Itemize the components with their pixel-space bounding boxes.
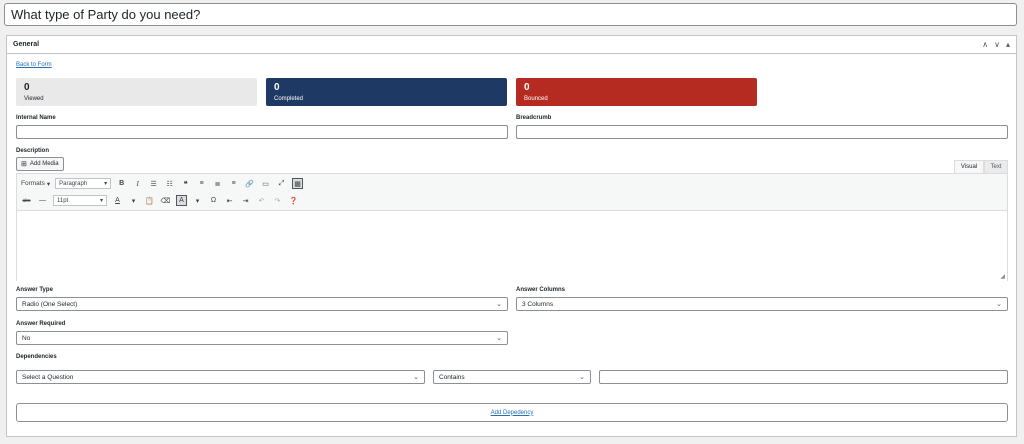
bullet-list-icon[interactable]: ☰ (148, 178, 159, 189)
stat-bounced-label: Bounced (524, 96, 548, 102)
answer-columns-value: 3 Columns (522, 300, 554, 308)
title-input[interactable]: What type of Party do you need? (4, 3, 1017, 26)
stat-completed-value: 0 (274, 82, 280, 93)
chevron-down-icon: ⌄ (496, 301, 502, 308)
formats-label: Formats (21, 180, 45, 187)
align-left-icon[interactable]: ≡ (196, 178, 207, 189)
answer-type-value: Radio (One Select) (22, 300, 78, 308)
special-character-icon[interactable]: Ω (208, 195, 219, 206)
dependency-value-input[interactable] (599, 370, 1008, 384)
handle-actions: ∧ ∨ ▴ (982, 40, 1010, 49)
dependency-operator-value: Contains (439, 373, 465, 381)
stat-viewed-label: Viewed (24, 96, 44, 102)
tab-text[interactable]: Text (984, 160, 1008, 173)
move-down-icon[interactable]: ∨ (994, 40, 1000, 49)
outdent-icon[interactable]: ⇤ (224, 195, 235, 206)
bold-icon[interactable]: B (116, 178, 127, 189)
chevron-down-icon: ⌄ (496, 335, 502, 342)
link-icon[interactable]: 🔗 (244, 178, 255, 189)
paragraph-select[interactable]: Paragraph ▾ (55, 178, 112, 189)
answer-required-select[interactable]: No ⌄ (16, 331, 508, 345)
dependency-operator-select[interactable]: Contains ⌄ (433, 370, 591, 384)
indent-icon[interactable]: ⇥ (240, 195, 251, 206)
clear-formatting-icon[interactable]: ⌫ (160, 195, 171, 206)
numbered-list-icon[interactable]: ☷ (164, 178, 175, 189)
strikethrough-icon[interactable]: abc (21, 195, 32, 206)
stat-viewed: 0 Viewed (16, 78, 257, 106)
dependencies-label: Dependencies (16, 354, 57, 360)
breadcrumb-label: Breadcrumb (516, 115, 552, 121)
answer-required-label: Answer Required (16, 321, 66, 327)
add-dependency-button[interactable]: Add Depedency (16, 403, 1008, 422)
blockquote-icon[interactable]: ❝ (180, 178, 191, 189)
answer-type-label: Answer Type (16, 287, 53, 293)
dependency-question-value: Select a Question (22, 373, 74, 381)
stat-completed-label: Completed (274, 96, 304, 102)
internal-name-input[interactable] (16, 125, 508, 139)
fullscreen-icon[interactable]: ⤢ (276, 178, 287, 189)
stat-bounced-value: 0 (524, 82, 530, 93)
general-postbox: General ∧ ∨ ▴ Back to Form 0 Viewed 0 Co… (6, 35, 1017, 437)
answer-columns-label: Answer Columns (516, 287, 566, 293)
rich-text-editor: Formats ▾ Paragraph ▾ B I ☰ ☷ ❝ ≡ ≣ ≡ 🔗 ▭ … (16, 173, 1008, 281)
font-size-label: 11pt (57, 197, 69, 204)
stat-viewed-value: 0 (24, 82, 30, 93)
postbox-header: General ∧ ∨ ▴ (7, 36, 1016, 54)
paste-text-icon[interactable]: 📋 (144, 195, 155, 206)
internal-name-label: Internal Name (16, 115, 56, 121)
align-right-icon[interactable]: ≡ (228, 178, 239, 189)
breadcrumb-input[interactable] (516, 125, 1008, 139)
add-media-label: Add Media (29, 161, 59, 167)
chevron-down-icon: ⌄ (579, 374, 585, 381)
chevron-down-icon: ▾ (104, 181, 108, 187)
paragraph-label: Paragraph (59, 180, 88, 187)
chevron-down-icon[interactable]: ▾ (192, 195, 203, 206)
toolbar-toggle-icon[interactable]: ▦ (292, 178, 304, 189)
chevron-down-icon: ▾ (46, 180, 51, 188)
chevron-down-icon: ▾ (99, 198, 103, 204)
horizontal-line-icon[interactable]: — (37, 195, 48, 206)
font-size-select[interactable]: 11pt ▾ (53, 195, 107, 206)
text-color-icon[interactable]: A (112, 195, 123, 206)
toggle-panel-icon[interactable]: ▴ (1006, 40, 1010, 49)
formats-menu[interactable]: Formats ▾ (21, 180, 50, 188)
stat-bounced: 0 Bounced (516, 78, 757, 106)
back-to-form-link[interactable]: Back to Form (16, 62, 52, 68)
resize-handle-icon[interactable]: ◢ (1000, 273, 1005, 280)
add-dependency-label: Add Depedency (490, 409, 534, 416)
chevron-down-icon[interactable]: ▾ (128, 195, 139, 206)
read-more-icon[interactable]: ▭ (260, 178, 271, 189)
toolbar-row-2: abc — 11pt ▾ A ▾ 📋 ⌫ A ▾ Ω ⇤ ⇥ ↶ ↷ ❓ (21, 195, 299, 206)
tab-visual[interactable]: Visual (954, 160, 984, 173)
answer-required-value: No (22, 334, 31, 342)
answer-columns-select[interactable]: 3 Columns ⌄ (516, 297, 1008, 311)
answer-type-select[interactable]: Radio (One Select) ⌄ (16, 297, 508, 311)
chevron-down-icon: ⌄ (413, 374, 419, 381)
align-center-icon[interactable]: ≣ (212, 178, 223, 189)
editor-content-area[interactable]: ◢ (17, 211, 1007, 281)
chevron-down-icon: ⌄ (996, 301, 1002, 308)
stat-completed: 0 Completed (266, 78, 507, 106)
help-icon[interactable]: ❓ (288, 195, 299, 206)
add-media-button[interactable]: ⊞ Add Media (16, 157, 64, 171)
background-color-icon[interactable]: A (176, 195, 187, 206)
media-icon: ⊞ (21, 161, 27, 168)
dependency-question-select[interactable]: Select a Question ⌄ (16, 370, 425, 384)
toolbar-row-1: Formats ▾ Paragraph ▾ B I ☰ ☷ ❝ ≡ ≣ ≡ 🔗 ▭ … (21, 178, 304, 189)
undo-icon[interactable]: ↶ (256, 195, 267, 206)
postbox-title: General (13, 41, 40, 48)
redo-icon[interactable]: ↷ (272, 195, 283, 206)
italic-icon[interactable]: I (132, 178, 143, 189)
description-label: Description (16, 148, 50, 154)
move-up-icon[interactable]: ∧ (982, 40, 988, 49)
editor-toolbar: Formats ▾ Paragraph ▾ B I ☰ ☷ ❝ ≡ ≣ ≡ 🔗 ▭ … (17, 174, 1007, 211)
